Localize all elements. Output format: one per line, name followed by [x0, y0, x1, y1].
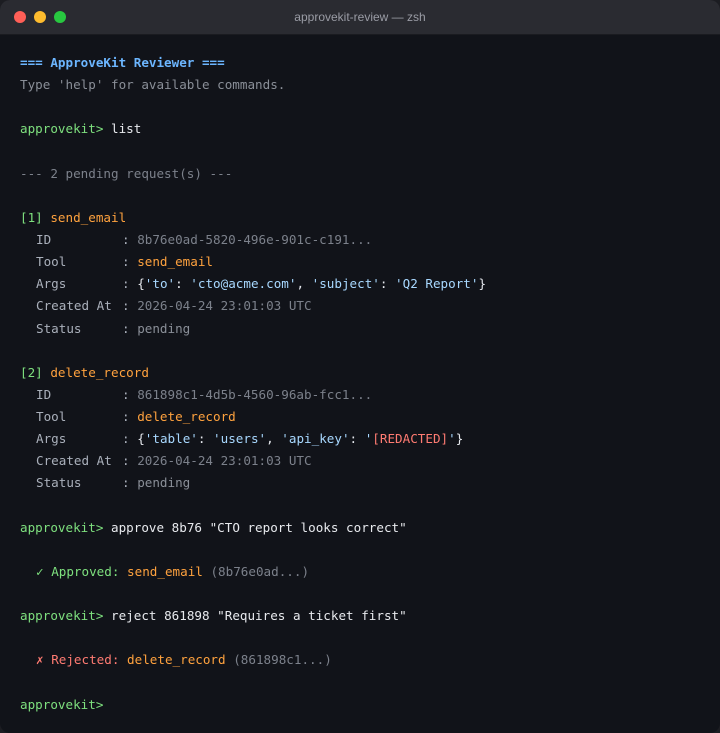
request-field-status: Status: pending	[20, 318, 710, 340]
check-icon: ✓	[36, 563, 44, 579]
request-field-args: Args: {'table': 'users', 'api_key': '[RE…	[20, 428, 710, 450]
field-label: Args	[36, 276, 67, 292]
field-label: Created At	[36, 298, 112, 314]
request-heading: [2] delete_record	[20, 362, 710, 384]
command-text: approve 8b76 "CTO report looks correct"	[111, 519, 407, 535]
field-label: Tool	[36, 409, 67, 424]
request-name: delete_record	[50, 364, 149, 380]
app-header: === ApproveKit Reviewer ===	[20, 55, 225, 70]
command-line-current[interactable]: approvekit>	[20, 694, 710, 716]
request-name: send_email	[50, 209, 127, 225]
command-text: reject 861898 "Requires a ticket first"	[111, 608, 407, 624]
request-field-created: Created At: 2026-04-24 23:01:03 UTC	[20, 450, 710, 472]
field-label: Status	[36, 320, 82, 336]
request-created-at: 2026-04-24 23:01:03 UTC	[137, 298, 312, 314]
request-index: [1]	[20, 209, 43, 225]
command-line-reject: approvekit> reject 861898 "Requires a ti…	[20, 605, 710, 627]
result-tool: send_email	[127, 563, 203, 579]
result-ref: (8b76e0ad...)	[210, 563, 310, 579]
request-field-created: Created At: 2026-04-24 23:01:03 UTC	[20, 295, 710, 317]
pending-summary: --- 2 pending request(s) ---	[20, 165, 233, 181]
command-text: list	[111, 121, 142, 137]
result-ref: (861898c1...)	[233, 652, 332, 668]
request-tool: delete_record	[137, 409, 236, 424]
rejected-result: ✗ Rejected: delete_record (861898c1...)	[20, 649, 710, 671]
redacted-value: [REDACTED]	[372, 431, 449, 447]
request-field-id: ID: 861898c1-4d5b-4560-96ab-fcc1...	[20, 384, 710, 406]
field-label: Args	[36, 431, 67, 447]
field-label: ID	[36, 232, 52, 247]
request-id: 861898c1-4d5b-4560-96ab-fcc1...	[137, 386, 373, 402]
request-created-at: 2026-04-24 23:01:03 UTC	[137, 453, 312, 469]
result-label: Approved:	[51, 563, 120, 579]
request-id: 8b76e0ad-5820-496e-901c-c191...	[137, 232, 373, 247]
request-field-id: ID: 8b76e0ad-5820-496e-901c-c191...	[20, 229, 710, 251]
command-line-list: approvekit> list	[20, 118, 710, 140]
request-index: [2]	[20, 364, 43, 380]
field-label: Tool	[36, 254, 67, 270]
request-field-tool: Tool: send_email	[20, 251, 710, 273]
request-status: pending	[137, 475, 191, 491]
cross-icon: ✗	[36, 652, 44, 668]
approved-result: ✓ Approved: send_email (8b76e0ad...)	[20, 561, 710, 583]
request-heading: [1] send_email	[20, 207, 710, 229]
result-tool: delete_record	[127, 652, 226, 668]
prompt: approvekit>	[20, 519, 104, 535]
request-field-tool: Tool: delete_record	[20, 406, 710, 428]
request-tool: send_email	[137, 254, 214, 270]
command-line-approve: approvekit> approve 8b76 "CTO report loo…	[20, 517, 710, 539]
terminal-output[interactable]: === ApproveKit Reviewer === Type 'help' …	[20, 52, 710, 716]
request-status: pending	[137, 320, 191, 336]
prompt: approvekit>	[20, 696, 104, 712]
request-field-args: Args: {'to': 'cto@acme.com', 'subject': …	[20, 273, 710, 295]
prompt: approvekit>	[20, 608, 104, 624]
terminal-window: approvekit-review — zsh === ApproveKit R…	[0, 0, 720, 733]
request-field-status: Status: pending	[20, 472, 710, 494]
help-hint: Type 'help' for available commands.	[20, 77, 286, 93]
request-args: {'table': 'users', 'api_key': '[REDACTED…	[137, 431, 464, 447]
window-title: approvekit-review — zsh	[294, 10, 426, 24]
result-label: Rejected:	[51, 652, 120, 668]
request-args: {'to': 'cto@acme.com', 'subject': 'Q2 Re…	[137, 276, 487, 292]
title-bar: approvekit-review — zsh	[0, 0, 720, 35]
prompt: approvekit>	[20, 121, 104, 137]
field-label: ID	[36, 386, 52, 402]
field-label: Created At	[36, 453, 112, 469]
field-label: Status	[36, 475, 82, 491]
